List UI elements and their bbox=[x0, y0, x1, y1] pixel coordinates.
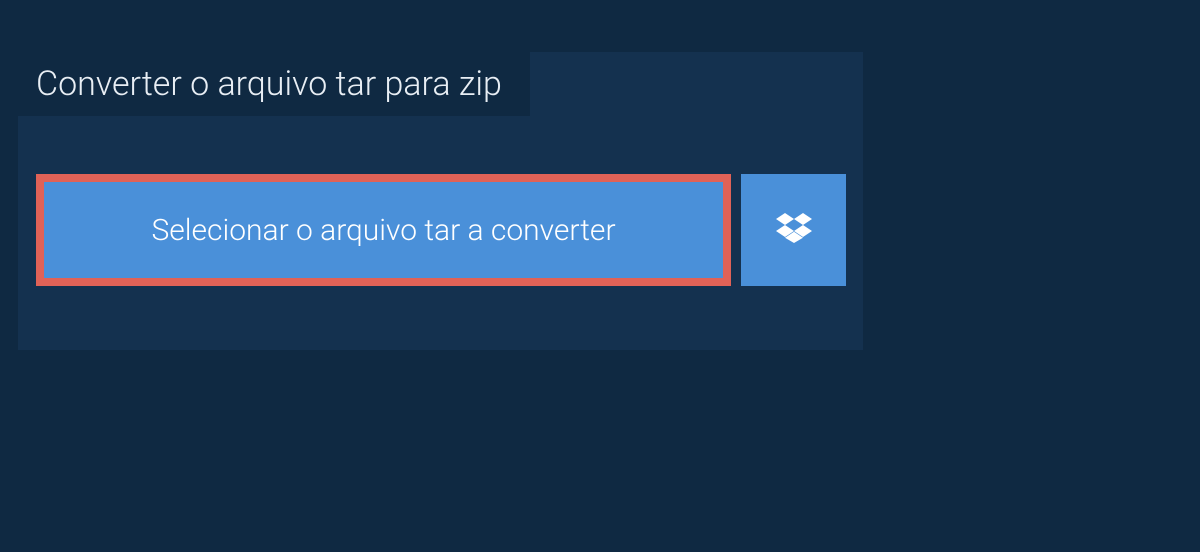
button-row: Selecionar o arquivo tar a converter bbox=[36, 174, 846, 286]
panel-title-tab: Converter o arquivo tar para zip bbox=[18, 52, 530, 116]
select-file-label: Selecionar o arquivo tar a converter bbox=[151, 213, 615, 248]
dropbox-button[interactable] bbox=[741, 174, 846, 286]
select-file-button[interactable]: Selecionar o arquivo tar a converter bbox=[36, 174, 731, 286]
dropbox-icon bbox=[776, 210, 812, 250]
panel-title: Converter o arquivo tar para zip bbox=[36, 64, 502, 104]
converter-panel: Converter o arquivo tar para zip Selecio… bbox=[18, 52, 863, 350]
